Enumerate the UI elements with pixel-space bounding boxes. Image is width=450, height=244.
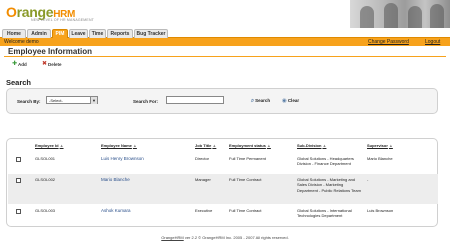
row-checkbox[interactable] (16, 209, 21, 214)
row-checkbox[interactable] (16, 178, 21, 183)
cell-job-title: Executive (195, 208, 213, 213)
delete-button[interactable]: ✖Delete (42, 61, 62, 68)
table-row: GLSOL001 Luis Henry Brownson Director Fu… (8, 152, 438, 174)
cell-employee-name-link[interactable]: Luis Henry Brownson (101, 156, 144, 161)
sort-icon: ▲ (322, 143, 327, 148)
header-employee-name[interactable]: Employee Name▲ (101, 143, 137, 148)
search-by-label: Search By: (17, 99, 41, 104)
delete-label: Delete (48, 62, 62, 67)
search-section-title: Search (6, 78, 32, 87)
clear-button-label: Clear (287, 98, 300, 103)
add-button[interactable]: ✚Add (12, 61, 27, 68)
tab-reports[interactable]: Reports (107, 29, 133, 38)
header-employment-status[interactable]: Employment status▲ (229, 143, 271, 148)
search-by-value: -Select- (49, 98, 63, 103)
sort-icon: ▲ (212, 143, 217, 148)
header-employment-status-label: Employment status (229, 143, 266, 148)
add-icon: ✚ (12, 61, 18, 67)
search-for-input[interactable] (166, 96, 224, 104)
cell-employee-name-link[interactable]: Mario Blanche (101, 177, 130, 182)
cell-employment-status: Full Time Contract (229, 208, 262, 213)
sort-icon: ▲ (132, 143, 137, 148)
cell-employee-id: GLSOL003 (35, 208, 56, 213)
main-nav: Home Admin PIM Leave Time Reports Bug Tr… (0, 29, 450, 38)
sort-icon: ▲ (266, 143, 271, 148)
change-password-link[interactable]: Change Password (368, 38, 409, 46)
tab-leave[interactable]: Leave (69, 29, 88, 38)
delete-icon: ✖ (42, 61, 48, 67)
cell-job-title: Manager (195, 177, 211, 182)
header-supervisor-label: Supervisor (367, 143, 388, 148)
header-supervisor[interactable]: Supervisor▲ (367, 143, 393, 148)
sort-icon: ▲ (59, 143, 64, 148)
table-row: GLSOL003 Ashok Kumara Executive Full Tim… (8, 204, 438, 226)
footer-text: ver 2.2 © OrangeHRM Inc. 2005 - 2007 All… (183, 235, 289, 240)
page-footer: OrangeHRM ver 2.2 © OrangeHRM Inc. 2005 … (0, 235, 450, 240)
header-job-title[interactable]: Job Title▲ (195, 143, 216, 148)
tab-bug-tracker[interactable]: Bug Tracker (134, 29, 168, 38)
header-sub-division-label: Sub-Division (297, 143, 322, 148)
welcome-bar: Welcome demo Change Password Logout (0, 38, 450, 46)
header-employee-id[interactable]: Employee Id▲ (35, 143, 64, 148)
cell-sub-division: Global Solutions - International Technol… (297, 208, 352, 219)
logo-letter: O (6, 4, 17, 20)
search-for-label: Search For: (133, 99, 159, 104)
add-label: Add (18, 62, 27, 67)
cell-supervisor: - (367, 177, 369, 182)
row-checkbox[interactable] (16, 157, 21, 162)
search-panel: Search By: -Select- ▼ Search For: ⌕Searc… (6, 88, 438, 114)
header-sub-division[interactable]: Sub-Division▲ (297, 143, 326, 148)
logout-link[interactable]: Logout (425, 38, 440, 46)
cell-supervisor: Luis Brownson (367, 208, 394, 213)
header-employee-id-label: Employee Id (35, 143, 59, 148)
table-row: GLSOL002 Mario Blanche Manager Full Time… (8, 174, 438, 204)
search-button-label: Search (255, 98, 271, 103)
tab-admin[interactable]: Admin (27, 29, 51, 38)
cell-job-title: Director (195, 156, 210, 161)
employee-table: Employee Id▲ Employee Name▲ Job Title▲ E… (6, 138, 438, 227)
header-banner-image (350, 0, 450, 28)
tab-time[interactable]: Time (89, 29, 106, 38)
tab-home[interactable]: Home (2, 29, 26, 38)
title-divider (4, 56, 446, 57)
cell-sub-division: Global Solutions - Headquarters Division… (297, 156, 354, 167)
tab-pim[interactable]: PIM (52, 29, 68, 38)
cell-employee-name-link[interactable]: Ashok Kumara (101, 208, 131, 213)
cell-sub-division: Global Solutions - Marketing and Sales D… (297, 177, 361, 193)
header-employee-name-label: Employee Name (101, 143, 132, 148)
clear-button[interactable]: ◉Clear (282, 97, 299, 104)
search-by-select[interactable]: -Select- ▼ (46, 96, 98, 104)
cell-supervisor: Mario Blanche (367, 156, 393, 161)
page-title: Employee Information (8, 47, 93, 56)
logo-tagline: NEW LEVEL OF HR MANAGEMENT (31, 18, 95, 22)
app-header: OrangeHRM NEW LEVEL OF HR MANAGEMENT (0, 0, 450, 28)
welcome-text: Welcome demo (4, 39, 39, 45)
search-button[interactable]: ⌕Search (251, 97, 270, 104)
chevron-down-icon: ▼ (90, 97, 97, 104)
cell-employee-id: GLSOL001 (35, 156, 56, 161)
cell-employment-status: Full Time Contract (229, 177, 262, 182)
clear-icon: ◉ (282, 98, 287, 104)
cell-employee-id: GLSOL002 (35, 177, 56, 182)
header-job-title-label: Job Title (195, 143, 212, 148)
search-icon: ⌕ (251, 98, 255, 104)
sort-icon: ▲ (388, 143, 393, 148)
footer-brand-link[interactable]: OrangeHRM (161, 235, 183, 240)
cell-employment-status: Full Time Permanent (229, 156, 266, 161)
